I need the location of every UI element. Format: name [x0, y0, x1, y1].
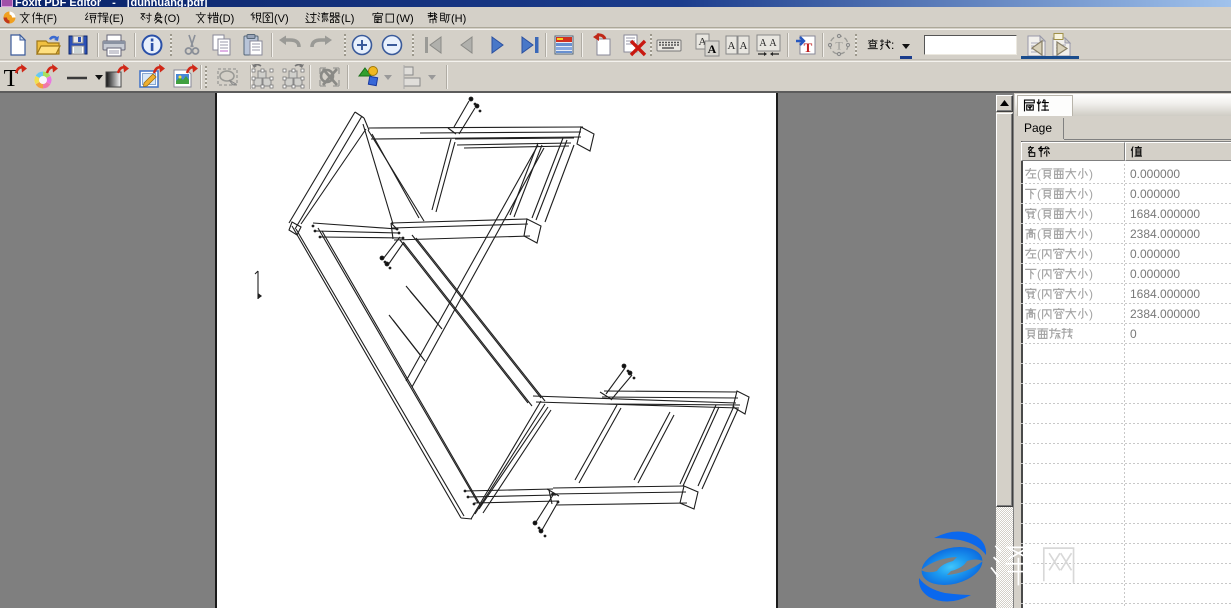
svg-text:A: A [769, 38, 777, 49]
svg-text:A: A [728, 40, 736, 52]
svg-text:A: A [740, 40, 748, 52]
svg-text:A: A [708, 42, 717, 56]
svg-text:T: T [804, 40, 813, 55]
svg-text:A: A [759, 38, 767, 49]
svg-text:T: T [835, 39, 843, 53]
